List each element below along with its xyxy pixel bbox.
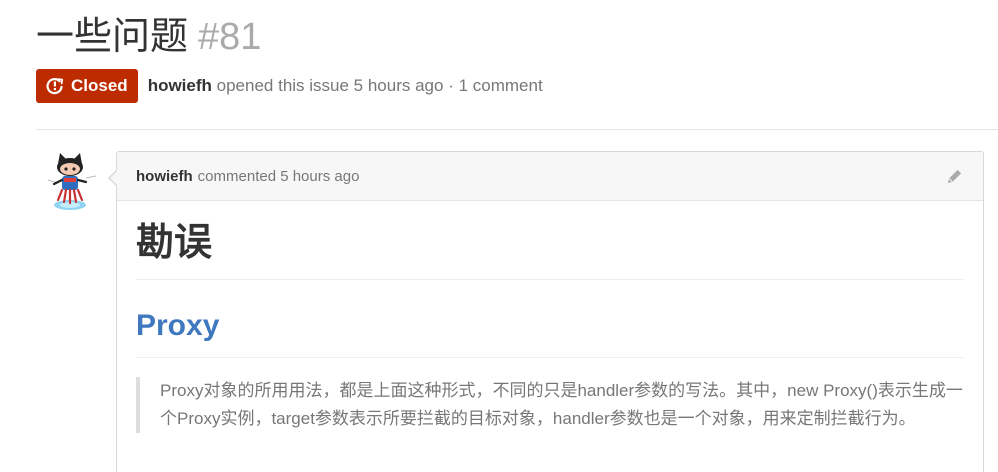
issue-author-link[interactable]: howiefh	[148, 76, 212, 95]
comment-body: 勘误 Proxy Proxy对象的所用用法，都是上面这种形式，不同的只是hand…	[117, 217, 983, 433]
comment-author-link[interactable]: howiefh	[136, 168, 193, 185]
closed-state-badge: Closed	[36, 69, 138, 103]
issue-meta-text: howiefh opened this issue 5 hours ago · …	[148, 76, 543, 96]
issue-number: #81	[198, 16, 262, 58]
issue-title-text: 一些问题	[36, 16, 189, 58]
comment-subheading: Proxy	[136, 304, 964, 358]
octocat-avatar-icon	[47, 153, 97, 210]
issue-closed-icon	[46, 77, 64, 95]
pencil-icon[interactable]	[945, 166, 965, 186]
issue-opened-text: opened this issue 5 hours ago · 1 commen…	[216, 76, 543, 95]
comment-heading: 勘误	[136, 217, 964, 280]
issue-meta: Closed howiefh opened this issue 5 hours…	[36, 69, 543, 103]
state-label: Closed	[71, 76, 128, 95]
comment-header: howiefh commented 5 hours ago	[117, 152, 983, 201]
issue-title: 一些问题 #81	[36, 12, 261, 62]
issue-page: 一些问题 #81 Closed howiefh opened this issue…	[0, 0, 998, 472]
avatar[interactable]	[36, 150, 98, 212]
comment-blockquote: Proxy对象的所用用法，都是上面这种形式，不同的只是handler参数的写法。…	[136, 377, 964, 433]
comment-box: howiefh commented 5 hours ago 勘误 Proxy P…	[108, 151, 984, 472]
proxy-anchor-link[interactable]: Proxy	[136, 309, 219, 342]
header-divider	[36, 129, 998, 130]
comment-action-text: commented 5 hours ago	[197, 167, 360, 185]
